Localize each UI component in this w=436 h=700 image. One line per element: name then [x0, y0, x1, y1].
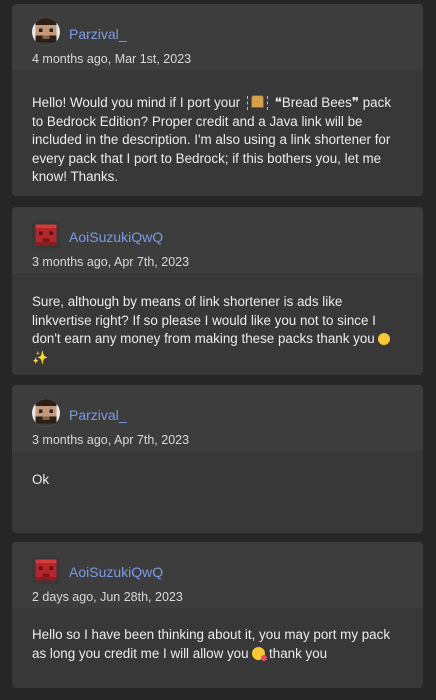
pixel-bearded-man-avatar-icon: [32, 18, 60, 46]
divider: [266, 96, 268, 110]
comment-text-part: Hello! Would you mind if I port your: [32, 95, 241, 110]
comment-text: Hello so I have been thinking about it, …: [12, 626, 423, 663]
username-link[interactable]: AoiSuzukiQwQ: [69, 229, 163, 245]
comment-card: AoiSuzukiQwQ 2 days ago, Jun 28th, 2023 …: [12, 542, 423, 688]
pixel-bearded-man-avatar-icon: [32, 399, 60, 427]
comment-text: Hello! Would you mind if I port your ❝Br…: [12, 94, 423, 187]
comment-text-part: thank you: [269, 645, 328, 661]
username-link[interactable]: AoiSuzukiQwQ: [69, 564, 163, 580]
comment-card: AoiSuzukiQwQ 3 months ago, Apr 7th, 2023…: [12, 207, 423, 375]
pixel-red-block-avatar-icon: [32, 556, 60, 584]
comment-header: AoiSuzukiQwQ 3 months ago, Apr 7th, 2023: [12, 207, 423, 273]
user-avatar[interactable]: [32, 556, 60, 584]
username-link[interactable]: Parzival_: [69, 26, 127, 42]
username-link[interactable]: Parzival_: [69, 407, 127, 423]
comment-text: Sure, although by means of link shortene…: [12, 293, 423, 367]
comment-card: Parzival_ 3 months ago, Apr 7th, 2023 Ok: [12, 385, 423, 533]
comment-text: Ok: [12, 471, 423, 490]
comment-header: AoiSuzukiQwQ 2 days ago, Jun 28th, 2023: [12, 542, 423, 608]
comment-text-part: Ok: [32, 472, 50, 487]
comment-timestamp: 3 months ago, Apr 7th, 2023: [32, 433, 190, 447]
sparkles-icon: ✨: [32, 349, 49, 365]
comment-card: Parzival_ 4 months ago, Mar 1st, 2023 He…: [12, 4, 423, 196]
user-avatar[interactable]: [32, 221, 60, 249]
comment-header: Parzival_ 4 months ago, Mar 1st, 2023: [12, 4, 423, 70]
comment-text-part: Hello so I have been thinking about it, …: [32, 627, 391, 661]
user-avatar[interactable]: [32, 18, 60, 46]
divider: [246, 96, 248, 110]
user-avatar[interactable]: [32, 399, 60, 427]
comment-header: Parzival_ 3 months ago, Apr 7th, 2023: [12, 385, 423, 451]
smiling-face-with-hearts-icon: [252, 646, 268, 661]
comment-timestamp: 2 days ago, Jun 28th, 2023: [32, 590, 183, 604]
comment-timestamp: 3 months ago, Apr 7th, 2023: [32, 255, 190, 269]
bread-icon: [250, 95, 264, 108]
comment-text-part: Sure, although by means of link shortene…: [32, 294, 376, 347]
pixel-red-block-avatar-icon: [32, 221, 60, 249]
grinning-face-icon: [378, 333, 391, 346]
comment-timestamp: 4 months ago, Mar 1st, 2023: [32, 52, 192, 66]
